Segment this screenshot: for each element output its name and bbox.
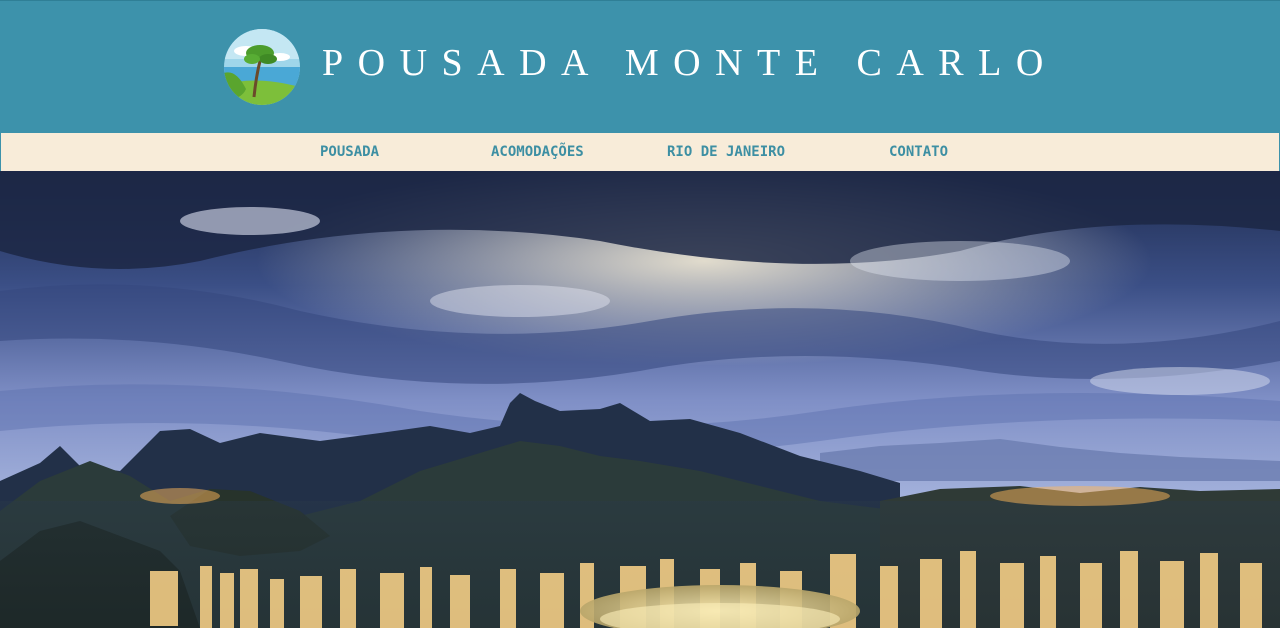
- hero-image: [0, 171, 1280, 628]
- nav-item-pousada[interactable]: POUSADA: [320, 133, 379, 171]
- nav-item-contato[interactable]: CONTATO: [889, 133, 948, 171]
- site-header: POUSADA MONTE CARLO: [0, 0, 1280, 133]
- main-nav: POUSADA ACOMODAÇÕES RIO DE JANEIRO CONTA…: [0, 133, 1280, 171]
- nav-item-rio-de-janeiro[interactable]: RIO DE JANEIRO: [667, 133, 785, 171]
- nav-item-acomodacoes[interactable]: ACOMODAÇÕES: [491, 133, 584, 171]
- site-title: POUSADA MONTE CARLO: [322, 42, 1058, 84]
- beach-tree-logo-icon[interactable]: [224, 29, 300, 105]
